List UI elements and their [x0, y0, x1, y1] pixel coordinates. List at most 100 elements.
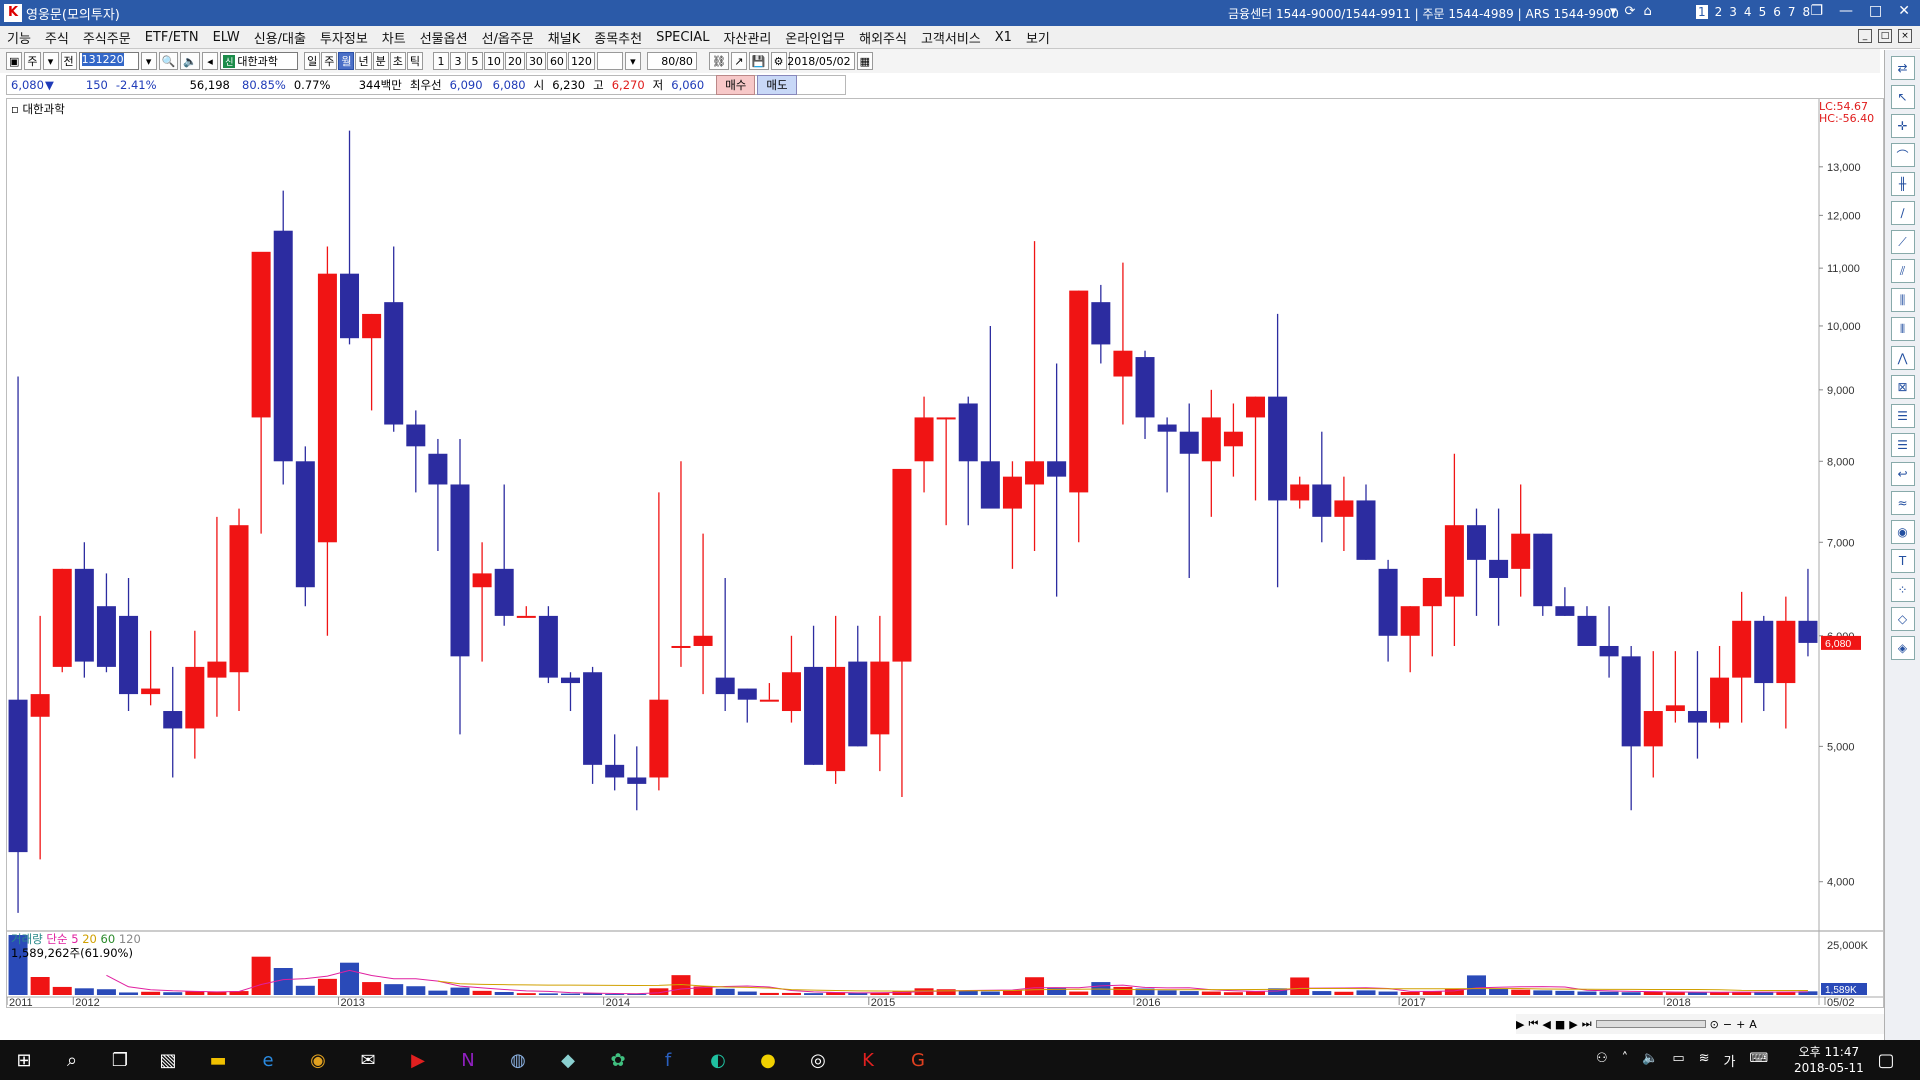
- count-field[interactable]: 80/80: [646, 52, 697, 70]
- menu-item-3[interactable]: ETF/ETN: [138, 30, 206, 45]
- candle-body[interactable]: [406, 424, 426, 447]
- interval-input[interactable]: [596, 52, 623, 70]
- volume-bar[interactable]: [538, 993, 558, 995]
- auto-icon[interactable]: A: [1749, 1018, 1757, 1031]
- candle-body[interactable]: [1422, 577, 1442, 607]
- volume-bar[interactable]: [516, 993, 536, 995]
- fibonacci-icon[interactable]: ⫼: [1890, 288, 1915, 312]
- dropdown-icon[interactable]: ▾: [1610, 4, 1617, 19]
- crosshair-icon[interactable]: ✛: [1890, 114, 1915, 138]
- volume-bar[interactable]: [52, 986, 72, 995]
- menu-item-14[interactable]: 온라인업무: [778, 28, 852, 47]
- candle-body[interactable]: [494, 568, 514, 616]
- volume-bar[interactable]: [428, 990, 448, 995]
- people-icon[interactable]: ⚇: [1596, 1051, 1608, 1070]
- candle-body[interactable]: [317, 273, 337, 543]
- candle-body[interactable]: [185, 666, 205, 729]
- volume-bar[interactable]: [804, 993, 824, 995]
- candle-body[interactable]: [914, 417, 934, 462]
- prev-icon[interactable]: ◂: [202, 52, 219, 70]
- search-icon[interactable]: 🔍: [158, 52, 179, 70]
- candle-body[interactable]: [737, 688, 757, 700]
- candle-body[interactable]: [1400, 606, 1420, 636]
- volume-bar[interactable]: [141, 991, 161, 995]
- volume-bar[interactable]: [627, 994, 647, 995]
- menu-item-11[interactable]: 종목추천: [587, 28, 649, 47]
- scroll-first-icon[interactable]: ⏮: [1528, 1017, 1538, 1031]
- menu-item-2[interactable]: 주식주문: [76, 28, 138, 47]
- volume-bar[interactable]: [1334, 991, 1354, 995]
- ray-icon[interactable]: ⟋: [1890, 230, 1915, 254]
- interval-button[interactable]: 10: [483, 52, 504, 70]
- google-plus-icon[interactable]: G: [904, 1046, 932, 1074]
- period-button[interactable]: 일: [304, 52, 321, 70]
- interval-button[interactable]: 60: [546, 52, 567, 70]
- volume-bar[interactable]: [1533, 990, 1553, 995]
- chart-scrollbar[interactable]: ▶ ⏮ ◀ ■ ▶ ⏭ ⊙ − + A: [1516, 1014, 1884, 1034]
- app-icon-6[interactable]: ◎: [804, 1046, 832, 1074]
- menu-item-4[interactable]: ELW: [206, 30, 247, 45]
- candle-body[interactable]: [1334, 500, 1354, 517]
- volume-bar[interactable]: [1643, 992, 1663, 995]
- zoom-out-icon[interactable]: −: [1723, 1018, 1732, 1031]
- screen-8[interactable]: 8: [1802, 5, 1810, 19]
- kakaotalk-icon[interactable]: ●: [754, 1046, 782, 1074]
- mail-icon[interactable]: ✉: [354, 1046, 382, 1074]
- volume-bar[interactable]: [605, 994, 625, 995]
- volume-bar[interactable]: [96, 989, 116, 995]
- interval-button[interactable]: 30: [525, 52, 546, 70]
- wave-icon[interactable]: ≈: [1890, 491, 1915, 515]
- volume-bar[interactable]: [1246, 991, 1266, 995]
- facebook-icon[interactable]: f: [654, 1046, 682, 1074]
- peak-icon[interactable]: ⋀: [1890, 346, 1915, 370]
- sync-icon[interactable]: ⟳: [1625, 4, 1636, 19]
- buy-button[interactable]: 매수: [716, 75, 756, 95]
- volume-bar[interactable]: [317, 978, 337, 995]
- gann-icon[interactable]: ⦀: [1890, 317, 1915, 341]
- week-button[interactable]: 주: [24, 52, 41, 70]
- volume-bar[interactable]: [1555, 990, 1575, 995]
- zoom-in-icon[interactable]: +: [1736, 1018, 1745, 1031]
- list2-icon[interactable]: ☰: [1890, 433, 1915, 457]
- volume-bar[interactable]: [450, 987, 470, 995]
- menu-item-9[interactable]: 선/옵주문: [475, 28, 541, 47]
- screen-1[interactable]: 1: [1696, 5, 1708, 19]
- candle-body[interactable]: [1268, 396, 1288, 501]
- candle-body[interactable]: [1687, 711, 1707, 723]
- candle-body[interactable]: [1312, 484, 1332, 517]
- screen-7[interactable]: 7: [1788, 5, 1796, 19]
- trendline-icon[interactable]: ∕: [1890, 201, 1915, 225]
- menu-icon[interactable]: ▣: [6, 52, 23, 70]
- candle-body[interactable]: [1555, 606, 1575, 616]
- minimize-icon[interactable]: —: [1839, 3, 1853, 19]
- keyboard-icon[interactable]: ⌨: [1750, 1051, 1769, 1070]
- scroll-last-icon[interactable]: ⏭: [1582, 1017, 1592, 1031]
- period-button[interactable]: 월: [338, 52, 355, 70]
- volume-bar[interactable]: [1113, 986, 1133, 995]
- candle-body[interactable]: [1466, 525, 1486, 560]
- interval-button[interactable]: 5: [466, 52, 483, 70]
- toggle-icon[interactable]: ⇄: [1890, 56, 1915, 80]
- parallel-icon[interactable]: ⫽: [1890, 259, 1915, 283]
- candle-body[interactable]: [1356, 500, 1376, 560]
- candle-body[interactable]: [1444, 525, 1464, 597]
- app-icon-1[interactable]: ▧: [154, 1046, 182, 1074]
- volume-bar[interactable]: [936, 989, 956, 995]
- candle-body[interactable]: [1091, 302, 1111, 345]
- volume-bar[interactable]: [958, 990, 978, 995]
- candle-body[interactable]: [693, 635, 713, 646]
- app-icon-3[interactable]: ◆: [554, 1046, 582, 1074]
- notifications-icon[interactable]: ▢: [1872, 1046, 1900, 1074]
- candle-body[interactable]: [804, 666, 824, 765]
- candle-body[interactable]: [1732, 620, 1752, 678]
- volume-bar[interactable]: [295, 985, 315, 995]
- candle-body[interactable]: [1002, 476, 1022, 509]
- candle-body[interactable]: [119, 615, 139, 695]
- screen-5[interactable]: 5: [1759, 5, 1767, 19]
- onenote-icon[interactable]: N: [454, 1046, 482, 1074]
- app-icon-5[interactable]: ◐: [704, 1046, 732, 1074]
- candle-body[interactable]: [649, 699, 669, 778]
- speaker-icon[interactable]: 🔈: [180, 52, 201, 70]
- app-icon-2[interactable]: ◍: [504, 1046, 532, 1074]
- candle-body[interactable]: [538, 615, 558, 678]
